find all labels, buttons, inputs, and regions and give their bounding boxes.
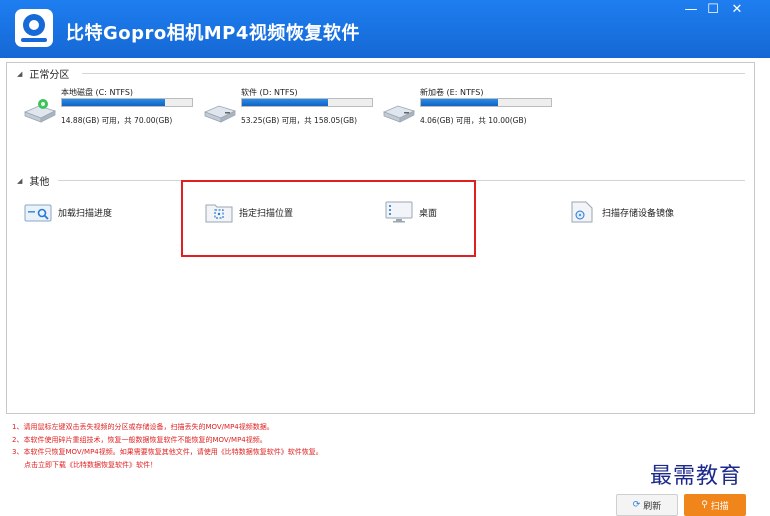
collapse-triangle-icon[interactable]: ◢: [17, 70, 22, 78]
drive-name: 新加卷 (E: NTFS): [420, 88, 484, 97]
hard-drive-icon: [203, 105, 237, 123]
tip-line: 1、请用鼠标左键双击丢失视频的分区或存储设备，扫描丢失的MOV/MP4视频数据。: [12, 423, 274, 431]
drive-usage-bar: [241, 98, 373, 107]
hard-drive-icon: [23, 99, 57, 123]
refresh-icon: ⟳: [632, 500, 641, 510]
download-link[interactable]: 点击立即下载《比特数据恢复软件》软件！: [12, 459, 412, 472]
watermark-text: 最需教育: [650, 464, 743, 489]
drive-usage-text: 14.88(GB) 可用，共 70.00(GB): [61, 116, 173, 125]
drive-usage-bar: [61, 98, 193, 107]
close-button[interactable]: ✕: [727, 1, 747, 19]
load-scan-progress-item[interactable]: 加载扫描进度: [23, 200, 112, 224]
scan-progress-icon: [24, 204, 52, 222]
tip-line: 3、本软件只恢复MOV/MP4视频。如果需要恢复其他文件，请使用《比特数据恢复软…: [12, 448, 323, 456]
drive-name: 本地磁盘 (C: NTFS): [61, 88, 134, 97]
other-section-label: 其他: [29, 177, 50, 188]
refresh-button[interactable]: ⟳ 刷新: [616, 494, 678, 516]
other-section-header[interactable]: ◢ 其他: [17, 173, 50, 189]
partitions-section-header[interactable]: ◢ 正常分区: [17, 66, 70, 82]
other-item-label: 扫描存储设备镜像: [602, 208, 675, 219]
title-bar: 比特Gopro相机MP4视频恢复软件 — ☐ ✕: [0, 0, 770, 58]
drive-item-c[interactable]: 本地磁盘 (C: NTFS) 14.88(GB) 可用，共 70.00(GB): [23, 87, 203, 131]
highlight-box: [181, 180, 476, 257]
drive-item-d[interactable]: 软件 (D: NTFS) 53.25(GB) 可用，共 158.05(GB): [203, 87, 383, 131]
other-item-label: 加载扫描进度: [58, 208, 113, 219]
collapse-triangle-icon[interactable]: ◢: [17, 177, 22, 185]
partitions-section-label: 正常分区: [29, 70, 70, 81]
scan-button-label: 扫描: [710, 501, 729, 512]
disk-image-icon: [571, 201, 593, 223]
app-title: 比特Gopro相机MP4视频恢复软件: [66, 23, 360, 44]
refresh-button-label: 刷新: [643, 501, 662, 512]
drive-usage-text: 53.25(GB) 可用，共 158.05(GB): [241, 116, 358, 125]
scan-device-image-item[interactable]: 扫描存储设备镜像: [567, 200, 674, 224]
app-logo-icon: [15, 9, 53, 47]
drive-item-e[interactable]: 新加卷 (E: NTFS) 4.06(GB) 可用，共 10.00(GB): [382, 87, 562, 131]
hard-drive-icon: [382, 105, 416, 123]
search-icon: ⚲: [701, 500, 708, 510]
drive-usage-bar: [420, 98, 552, 107]
section-divider: [82, 73, 745, 74]
tip-line: 2、本软件使用碎片重组技术，恢复一般数据恢复软件不能恢复的MOV/MP4视频。: [12, 435, 267, 444]
drive-name: 软件 (D: NTFS): [241, 88, 298, 97]
drive-usage-text: 4.06(GB) 可用，共 10.00(GB): [420, 116, 527, 125]
scan-button[interactable]: ⚲ 扫描: [684, 494, 746, 516]
tips-notes: 1、请用鼠标左键双击丢失视频的分区或存储设备，扫描丢失的MOV/MP4视频数据。…: [12, 421, 412, 471]
minimize-button[interactable]: —: [681, 1, 701, 19]
maximize-button[interactable]: ☐: [703, 1, 723, 19]
